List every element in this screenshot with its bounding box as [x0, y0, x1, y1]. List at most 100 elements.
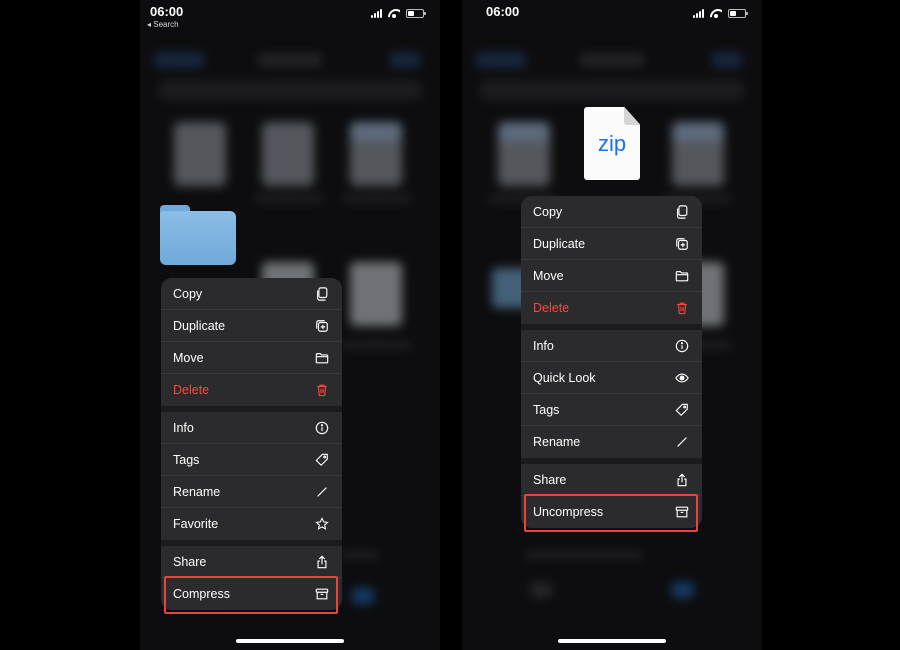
status-time: 06:00 — [486, 4, 520, 19]
wifi-icon — [710, 9, 722, 18]
menu-item-compress[interactable]: Compress — [161, 578, 342, 610]
status-indicators — [693, 9, 748, 18]
menu-item-move[interactable]: Move — [521, 260, 702, 292]
file-thumbnail — [262, 122, 314, 186]
archive-icon — [674, 504, 690, 520]
menu-item-label: Copy — [173, 286, 203, 301]
tab-browse-blurred — [352, 588, 374, 604]
file-caption — [524, 552, 644, 558]
file-caption — [254, 196, 324, 202]
menu-item-label: Delete — [533, 301, 570, 315]
folder-icon — [674, 268, 690, 284]
menu-item-label: Share — [173, 554, 207, 569]
pencil-icon — [314, 484, 330, 500]
phone-screen-right: 06:00 zip Copy Duplicate Move Delete Inf… — [462, 0, 762, 650]
menu-item-share[interactable]: Share — [521, 464, 702, 496]
menu-item-move[interactable]: Move — [161, 342, 342, 374]
wifi-icon — [388, 9, 400, 18]
back-to-search-link[interactable]: ◂ Search — [147, 20, 179, 29]
menu-item-tags[interactable]: Tags — [161, 444, 342, 476]
menu-item-label: Rename — [173, 484, 221, 499]
cellular-signal-icon — [371, 9, 382, 18]
share-icon — [674, 472, 690, 488]
menu-item-info[interactable]: Info — [521, 330, 702, 362]
copy-icon — [674, 204, 690, 220]
pencil-icon — [674, 434, 690, 450]
menu-item-label: Compress — [173, 587, 230, 601]
info-icon — [314, 420, 330, 436]
menu-item-label: Uncompress — [533, 505, 604, 519]
menu-item-label: Tags — [173, 452, 200, 467]
duplicate-icon — [314, 318, 330, 334]
menu-item-delete[interactable]: Delete — [521, 292, 702, 324]
menu-item-rename[interactable]: Rename — [161, 476, 342, 508]
search-field-blurred — [158, 80, 422, 100]
menu-item-rename[interactable]: Rename — [521, 426, 702, 458]
archive-icon — [314, 586, 330, 602]
status-time: 06:00 — [150, 4, 184, 19]
tab-recents-blurred — [530, 582, 552, 598]
nav-title-blurred — [258, 54, 322, 66]
battery-icon — [728, 9, 748, 18]
battery-icon — [406, 9, 426, 18]
trash-icon — [674, 300, 690, 316]
file-thumbnail — [350, 122, 402, 186]
menu-item-label: Rename — [533, 435, 581, 449]
context-menu: Copy Duplicate Move Delete Info Quick Lo… — [521, 196, 702, 528]
menu-item-copy[interactable]: Copy — [521, 196, 702, 228]
menu-item-label: Favorite — [173, 517, 219, 531]
menu-item-info[interactable]: Info — [161, 412, 342, 444]
menu-item-uncompress[interactable]: Uncompress — [521, 496, 702, 528]
menu-item-label: Tags — [533, 402, 560, 417]
file-thumbnail — [350, 262, 402, 326]
back-button-blurred — [476, 52, 526, 68]
menu-item-label: Share — [533, 472, 567, 487]
info-icon — [674, 338, 690, 354]
share-icon — [314, 554, 330, 570]
duplicate-icon — [674, 236, 690, 252]
eye-icon — [674, 370, 690, 386]
status-indicators — [371, 9, 426, 18]
menu-item-quick-look[interactable]: Quick Look — [521, 362, 702, 394]
copy-icon — [314, 286, 330, 302]
folder-icon — [314, 350, 330, 366]
search-field-blurred — [480, 80, 744, 100]
home-indicator — [236, 639, 344, 643]
cellular-signal-icon — [693, 9, 704, 18]
menu-item-duplicate[interactable]: Duplicate — [521, 228, 702, 260]
select-button-blurred — [390, 52, 420, 68]
menu-item-label: Info — [173, 420, 194, 435]
selected-folder-icon[interactable] — [160, 205, 236, 265]
menu-item-label: Quick Look — [533, 370, 596, 385]
menu-item-label: Duplicate — [533, 236, 586, 251]
menu-item-delete[interactable]: Delete — [161, 374, 342, 406]
nav-title-blurred — [580, 54, 644, 66]
file-caption — [342, 342, 412, 348]
tag-icon — [314, 452, 330, 468]
tag-icon — [674, 402, 690, 418]
menu-item-label: Copy — [533, 204, 563, 219]
selected-zip-file-icon[interactable]: zip — [584, 107, 640, 180]
file-caption — [342, 196, 412, 202]
menu-item-tags[interactable]: Tags — [521, 394, 702, 426]
home-indicator — [558, 639, 666, 643]
tab-browse-blurred — [672, 582, 694, 598]
menu-item-label: Duplicate — [173, 318, 226, 333]
menu-item-favorite[interactable]: Favorite — [161, 508, 342, 540]
file-thumbnail — [672, 122, 724, 186]
file-caption — [340, 552, 380, 558]
star-icon — [314, 516, 330, 532]
back-button-blurred — [154, 52, 204, 68]
menu-item-copy[interactable]: Copy — [161, 278, 342, 310]
select-button-blurred — [712, 52, 742, 68]
menu-item-share[interactable]: Share — [161, 546, 342, 578]
menu-item-label: Move — [173, 350, 204, 365]
menu-item-duplicate[interactable]: Duplicate — [161, 310, 342, 342]
menu-item-label: Move — [533, 268, 564, 283]
menu-item-label: Delete — [173, 383, 210, 397]
phone-screen-left: 06:00 ◂ Search Copy Duplicate Move Delet… — [140, 0, 440, 650]
trash-icon — [314, 382, 330, 398]
file-thumbnail — [498, 122, 550, 186]
file-thumbnail — [174, 122, 226, 186]
menu-item-label: Info — [533, 338, 554, 353]
